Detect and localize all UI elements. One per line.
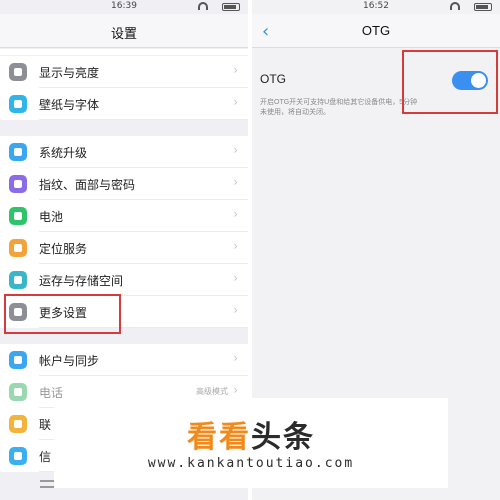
- brightness-icon: [9, 63, 27, 81]
- otg-toggle-highlight: [402, 50, 498, 114]
- battery-icon: [9, 207, 27, 225]
- page-title: 设置: [110, 26, 137, 41]
- settings-row-label: 电池: [39, 210, 64, 224]
- message-icon: [9, 447, 27, 465]
- contacts-icon: [9, 415, 27, 433]
- settings-row-label: 信: [39, 450, 52, 464]
- menu-icon[interactable]: [40, 480, 54, 488]
- settings-row[interactable]: 定位服务 ›: [0, 232, 248, 264]
- row-separator: [39, 119, 248, 120]
- chevron-right-icon: ›: [233, 303, 238, 317]
- more-settings-highlight: [4, 294, 121, 334]
- location-icon: [9, 239, 27, 257]
- scrolled-row-stub: [0, 49, 248, 55]
- battery-status-icon: [222, 3, 240, 11]
- fingerprint-icon: [9, 175, 27, 193]
- status-time: 16:52: [363, 1, 389, 11]
- settings-row[interactable]: 帐户与同步 ›: [0, 344, 248, 376]
- status-bar: 16:52: [252, 0, 500, 14]
- chevron-right-icon: ›: [233, 207, 238, 221]
- chevron-right-icon: ›: [233, 63, 238, 77]
- watermark-url: www.kankantoutiao.com: [147, 456, 355, 471]
- phone-icon: [9, 383, 27, 401]
- update-icon: [9, 143, 27, 161]
- watermark: 看看头条 www.kankantoutiao.com: [54, 398, 448, 488]
- storage-icon: [9, 271, 27, 289]
- chevron-right-icon: ›: [233, 351, 238, 365]
- settings-row[interactable]: 显示与亮度 ›: [0, 56, 248, 88]
- settings-row-label: 联: [39, 418, 52, 432]
- settings-row-label: 运存与存储空间: [39, 274, 124, 288]
- settings-row-label: 显示与亮度: [39, 66, 100, 80]
- page-title: OTG: [361, 23, 391, 38]
- status-bar: 16:39: [0, 0, 248, 14]
- settings-row-label: 帐户与同步: [39, 354, 100, 368]
- chevron-right-icon: ›: [233, 383, 238, 397]
- watermark-title-b: 头条: [251, 421, 315, 454]
- watermark-title-a: 看看: [187, 421, 251, 454]
- battery-status-icon: [474, 3, 492, 11]
- chevron-right-icon: ›: [233, 175, 238, 189]
- watermark-logo: 看看头条: [54, 412, 448, 456]
- settings-row[interactable]: 系统升级 ›: [0, 136, 248, 168]
- settings-row-label: 定位服务: [39, 242, 88, 256]
- nav-bar: 设置: [0, 14, 248, 48]
- settings-row-label: 指纹、面部与密码: [39, 178, 136, 192]
- chevron-right-icon: ›: [233, 143, 238, 157]
- settings-row[interactable]: 运存与存储空间 ›: [0, 264, 248, 296]
- settings-row-label: 系统升级: [39, 146, 88, 160]
- wifi-icon: [198, 2, 208, 10]
- otg-label: OTG: [260, 72, 286, 86]
- account-icon: [9, 351, 27, 369]
- settings-row[interactable]: 壁纸与字体 ›: [0, 88, 248, 120]
- chevron-right-icon: ›: [233, 95, 238, 109]
- chevron-right-icon: ›: [233, 239, 238, 253]
- nav-bar: ‹ OTG: [252, 14, 500, 48]
- status-time: 16:39: [111, 1, 137, 11]
- chevron-right-icon: ›: [233, 271, 238, 285]
- settings-row-value: 高级模式: [196, 387, 228, 396]
- settings-row[interactable]: 电池 ›: [0, 200, 248, 232]
- wifi-icon: [450, 2, 460, 10]
- settings-row-label: 壁纸与字体: [39, 98, 100, 112]
- otg-description: 开启OTG开关可支持U盘和给其它设备供电，5分钟未使用，将自动关闭。: [260, 99, 418, 116]
- text-icon: [9, 95, 27, 113]
- settings-row[interactable]: 指纹、面部与密码 ›: [0, 168, 248, 200]
- settings-group-display: 显示与亮度 › 壁纸与字体 ›: [0, 56, 248, 120]
